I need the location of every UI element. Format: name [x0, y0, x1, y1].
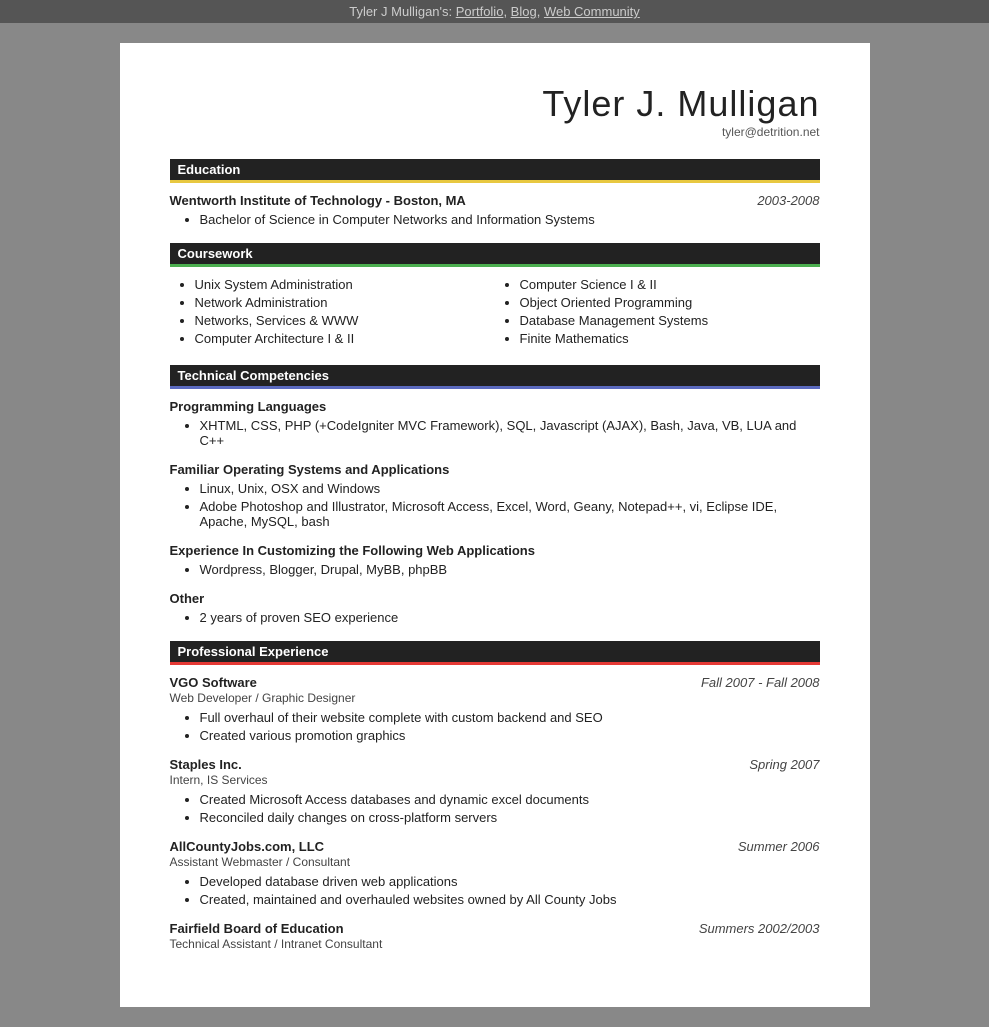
other-block: Other 2 years of proven SEO experience [170, 591, 820, 625]
course-item: Network Administration [195, 295, 495, 310]
job-staples: Staples Inc. Spring 2007 Intern, IS Serv… [170, 757, 820, 825]
job-vgo: VGO Software Fall 2007 - Fall 2008 Web D… [170, 675, 820, 743]
education-dates: 2003-2008 [757, 193, 819, 208]
webcommunity-link[interactable]: Web Community [544, 4, 640, 19]
os-title: Familiar Operating Systems and Applicati… [170, 462, 820, 477]
course-item: Finite Mathematics [520, 331, 820, 346]
prog-languages-title: Programming Languages [170, 399, 820, 414]
job-allcounty-list: Developed database driven web applicatio… [200, 874, 820, 907]
page-wrapper: Tyler J. Mulligan tyler@detrition.net Ed… [0, 23, 989, 1027]
name-section: Tyler J. Mulligan tyler@detrition.net [170, 83, 820, 139]
other-item: 2 years of proven SEO experience [200, 610, 820, 625]
institution-row: Wentworth Institute of Technology - Bost… [170, 193, 820, 208]
topbar: Tyler J Mulligan's: Portfolio, Blog, Web… [0, 0, 989, 23]
job-vgo-subtitle: Web Developer / Graphic Designer [170, 691, 820, 705]
course-item: Unix System Administration [195, 277, 495, 292]
prog-languages-item: XHTML, CSS, PHP (+CodeIgniter MVC Framew… [200, 418, 820, 448]
topbar-text: Tyler J Mulligan's: [349, 4, 456, 19]
coursework-list-2: Computer Science I & II Object Oriented … [520, 277, 820, 346]
blog-link[interactable]: Blog [511, 4, 537, 19]
job-fairfield-header: Fairfield Board of Education Summers 200… [170, 921, 820, 936]
professional-header: Professional Experience [170, 641, 820, 665]
other-title: Other [170, 591, 820, 606]
full-name: Tyler J. Mulligan [170, 83, 820, 125]
course-item: Computer Architecture I & II [195, 331, 495, 346]
course-item: Database Management Systems [520, 313, 820, 328]
job-vgo-item: Created various promotion graphics [200, 728, 820, 743]
job-vgo-list: Full overhaul of their website complete … [200, 710, 820, 743]
job-allcounty: AllCountyJobs.com, LLC Summer 2006 Assis… [170, 839, 820, 907]
coursework-list-1: Unix System Administration Network Admin… [195, 277, 495, 346]
resume: Tyler J. Mulligan tyler@detrition.net Ed… [120, 43, 870, 1007]
institution-name: Wentworth Institute of Technology - Bost… [170, 193, 466, 208]
job-fairfield-company: Fairfield Board of Education [170, 921, 344, 936]
job-staples-dates: Spring 2007 [749, 757, 819, 772]
os-item: Linux, Unix, OSX and Windows [200, 481, 820, 496]
job-allcounty-header: AllCountyJobs.com, LLC Summer 2006 [170, 839, 820, 854]
coursework-section: Coursework Unix System Administration Ne… [170, 243, 820, 349]
coursework-header: Coursework [170, 243, 820, 267]
job-staples-list: Created Microsoft Access databases and d… [200, 792, 820, 825]
prog-languages-list: XHTML, CSS, PHP (+CodeIgniter MVC Framew… [200, 418, 820, 448]
job-staples-company: Staples Inc. [170, 757, 242, 772]
job-fairfield-dates: Summers 2002/2003 [699, 921, 820, 936]
webapps-item: Wordpress, Blogger, Drupal, MyBB, phpBB [200, 562, 820, 577]
job-vgo-header: VGO Software Fall 2007 - Fall 2008 [170, 675, 820, 690]
os-block: Familiar Operating Systems and Applicati… [170, 462, 820, 529]
education-header: Education [170, 159, 820, 183]
professional-section: Professional Experience VGO Software Fal… [170, 641, 820, 951]
course-item: Object Oriented Programming [520, 295, 820, 310]
webapps-title: Experience In Customizing the Following … [170, 543, 820, 558]
degree-item: Bachelor of Science in Computer Networks… [200, 212, 820, 227]
coursework-grid: Unix System Administration Network Admin… [170, 277, 820, 349]
job-allcounty-item: Developed database driven web applicatio… [200, 874, 820, 889]
degree-list: Bachelor of Science in Computer Networks… [200, 212, 820, 227]
job-vgo-item: Full overhaul of their website complete … [200, 710, 820, 725]
course-item: Computer Science I & II [520, 277, 820, 292]
technical-section: Technical Competencies Programming Langu… [170, 365, 820, 625]
job-vgo-dates: Fall 2007 - Fall 2008 [701, 675, 820, 690]
webapps-block: Experience In Customizing the Following … [170, 543, 820, 577]
other-list: 2 years of proven SEO experience [200, 610, 820, 625]
job-staples-header: Staples Inc. Spring 2007 [170, 757, 820, 772]
technical-header: Technical Competencies [170, 365, 820, 389]
job-allcounty-dates: Summer 2006 [738, 839, 820, 854]
email: tyler@detrition.net [170, 125, 820, 139]
coursework-col-2: Computer Science I & II Object Oriented … [495, 277, 820, 349]
job-staples-subtitle: Intern, IS Services [170, 773, 820, 787]
course-item: Networks, Services & WWW [195, 313, 495, 328]
education-section: Education Wentworth Institute of Technol… [170, 159, 820, 227]
webapps-list: Wordpress, Blogger, Drupal, MyBB, phpBB [200, 562, 820, 577]
job-staples-item: Created Microsoft Access databases and d… [200, 792, 820, 807]
job-allcounty-company: AllCountyJobs.com, LLC [170, 839, 325, 854]
job-vgo-company: VGO Software [170, 675, 257, 690]
os-list: Linux, Unix, OSX and Windows Adobe Photo… [200, 481, 820, 529]
job-fairfield: Fairfield Board of Education Summers 200… [170, 921, 820, 951]
job-staples-item: Reconciled daily changes on cross-platfo… [200, 810, 820, 825]
job-allcounty-subtitle: Assistant Webmaster / Consultant [170, 855, 820, 869]
job-fairfield-subtitle: Technical Assistant / Intranet Consultan… [170, 937, 820, 951]
os-item: Adobe Photoshop and Illustrator, Microso… [200, 499, 820, 529]
portfolio-link[interactable]: Portfolio [456, 4, 504, 19]
job-allcounty-item: Created, maintained and overhauled websi… [200, 892, 820, 907]
prog-languages-block: Programming Languages XHTML, CSS, PHP (+… [170, 399, 820, 448]
coursework-col-1: Unix System Administration Network Admin… [170, 277, 495, 349]
